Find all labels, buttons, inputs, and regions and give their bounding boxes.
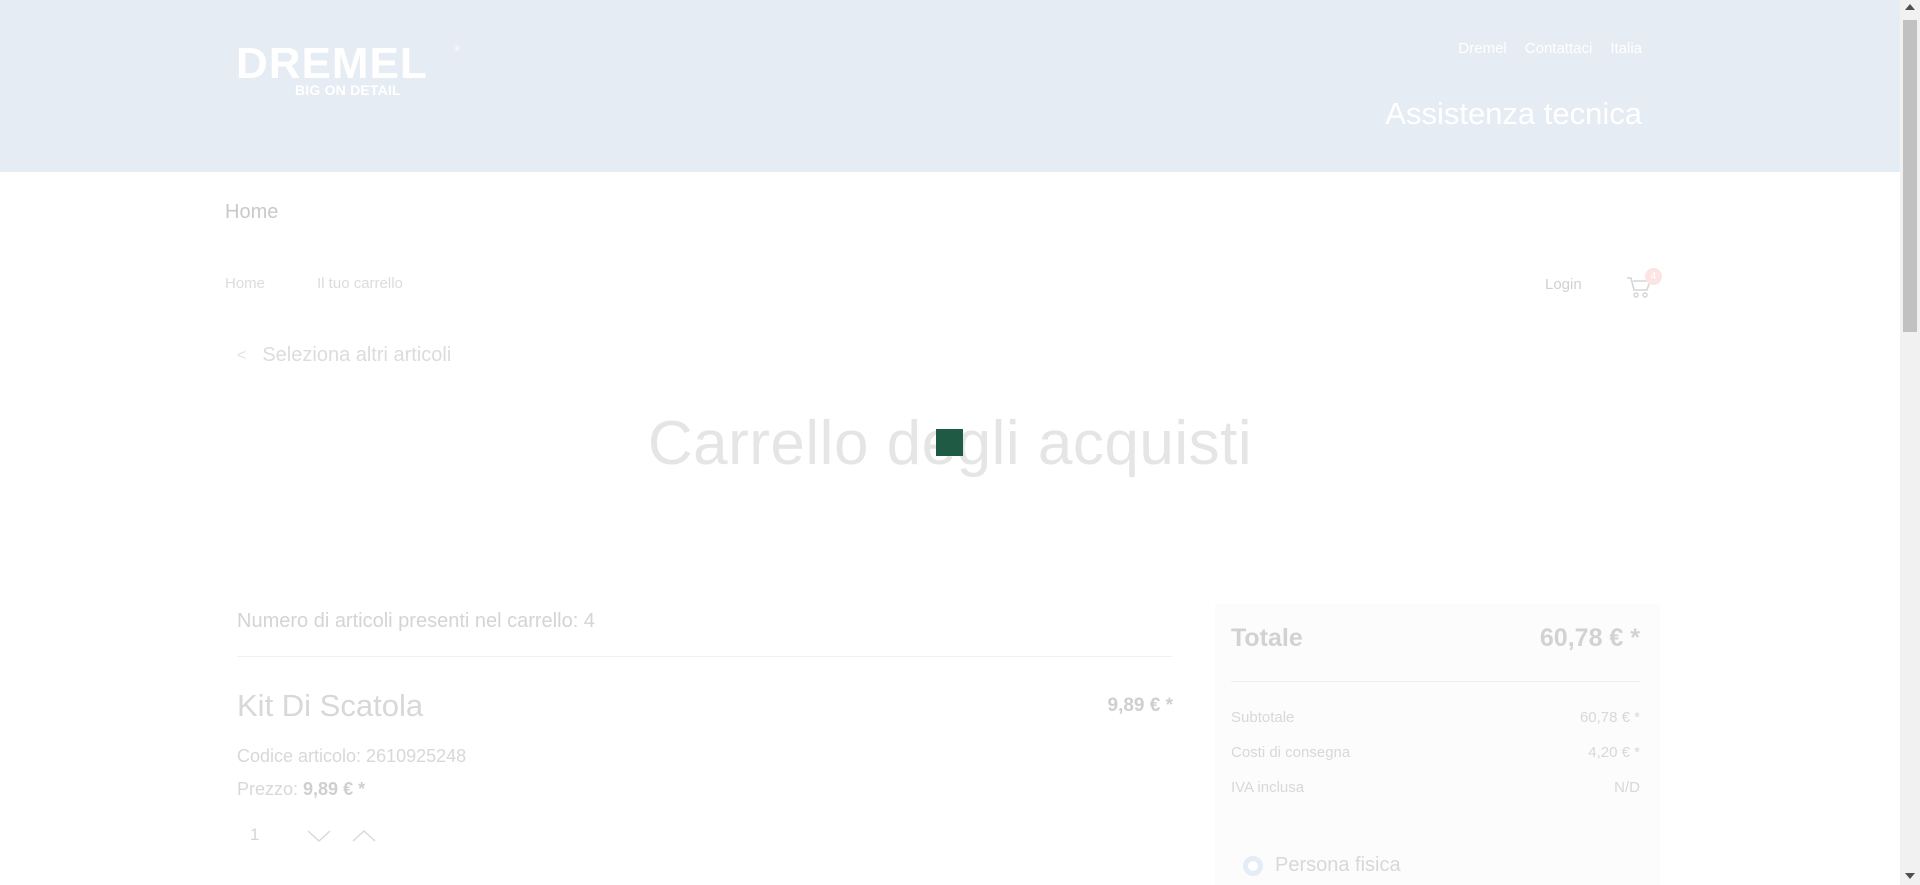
total-label: Totale [1231,624,1303,652]
product-total-price: 9,89 € * [1107,695,1174,716]
product-unit-price: Prezzo: 9,89 € * [237,779,365,800]
dremel-logo[interactable]: DREMEL ® BIG ON DETAIL [236,39,460,99]
total-value: 60,78 € * [1539,624,1640,652]
divider [1231,681,1640,682]
chevron-left-icon: < [237,346,247,364]
chevron-down-icon[interactable] [305,826,333,846]
scrollbar-thumb[interactable] [1903,20,1917,332]
summary-row-label: Subtotale [1231,709,1295,726]
login-link[interactable]: Login [1545,276,1582,293]
logo-brand: DREMEL [236,39,428,88]
loading-spinner-icon [936,429,963,456]
unit-price-value: 9,89 € * [303,779,366,799]
divider [237,656,1172,657]
breadcrumb: Home Il tuo carrello [225,275,403,292]
logo-tagline: BIG ON DETAIL [295,82,401,98]
order-summary: Totale 60,78 € * Subtotale 60,78 € * Cos… [1215,604,1660,885]
section-title: Assistenza tecnica [1385,96,1642,131]
radio-button[interactable] [1243,855,1263,876]
breadcrumb-home[interactable]: Home [225,275,265,292]
back-to-shop-link[interactable]: < Seleziona altri articoli [237,344,451,367]
summary-row-value: N/D [1614,779,1640,796]
scroll-up-arrow-icon[interactable] [1905,4,1915,10]
product-name[interactable]: Kit Di Scatola [237,688,423,724]
summary-row-value: 60,78 € * [1579,709,1640,726]
logo-registered-mark: ® [454,44,460,53]
product-code: Codice articolo: 2610925248 [237,746,467,766]
summary-row-label: IVA inclusa [1231,779,1305,796]
scroll-down-arrow-icon[interactable] [1905,873,1915,879]
summary-row-vat: IVA inclusa N/D [1231,779,1640,796]
customer-type-label: Persona fisica [1275,854,1401,876]
top-links: Dremel Contattaci Italia [1458,40,1642,57]
quantity-stepper: 1 [237,822,387,850]
top-link-contattaci[interactable]: Contattaci [1525,40,1593,57]
chevron-up-icon[interactable] [350,826,378,846]
vertical-scrollbar[interactable] [1900,0,1920,885]
summary-row-subtotal: Subtotale 60,78 € * [1231,709,1640,726]
cart-count-badge: 4 [1645,268,1662,285]
summary-row-value: 4,20 € * [1588,744,1640,761]
top-link-italia[interactable]: Italia [1610,40,1642,57]
site-header: DREMEL ® BIG ON DETAIL Dremel Contattaci… [0,0,1900,172]
nav-home-link[interactable]: Home [225,201,278,224]
customer-type-option[interactable]: Persona fisica [1243,854,1401,877]
back-link-label: Seleziona altri articoli [262,344,452,366]
breadcrumb-cart: Il tuo carrello [317,275,403,292]
quantity-value[interactable]: 1 [250,825,259,845]
unit-price-label: Prezzo: [237,779,304,799]
summary-row-shipping: Costi di consegna 4,20 € * [1231,744,1640,761]
summary-row-label: Costi di consegna [1231,744,1351,761]
cart-items-count: Numero di articoli presenti nel carrello… [237,610,595,632]
top-link-dremel[interactable]: Dremel [1458,40,1506,57]
